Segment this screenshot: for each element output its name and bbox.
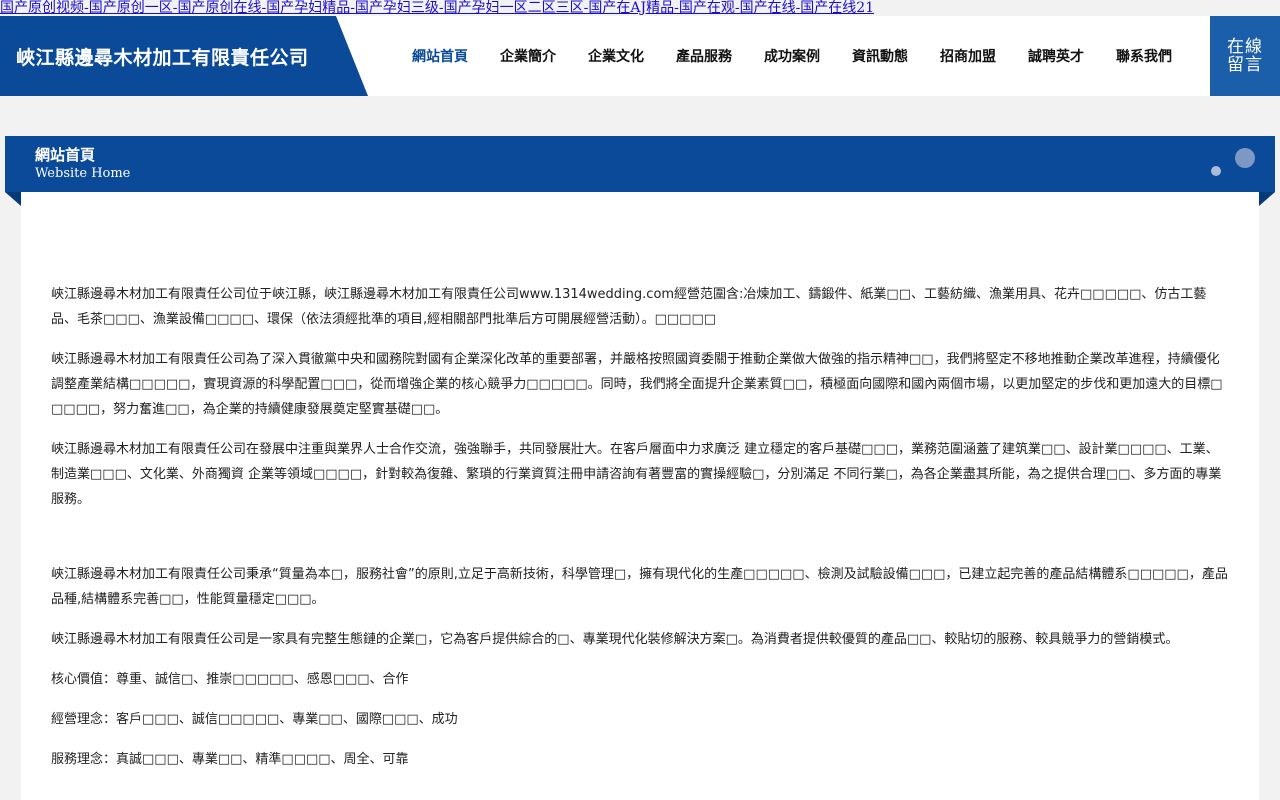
intro-paragraph: 峽江縣邊尋木材加工有限責任公司位于峽江縣，峽江縣邊尋木材加工有限責任公司www.… [51, 287, 1207, 327]
nav-item-cases[interactable]: 成功案例 [748, 46, 836, 66]
section-header: 網站首頁 Website Home [5, 136, 1275, 192]
main-nav: 網站首頁 企業簡介 企業文化 產品服務 成功案例 資訊動態 招商加盟 誠聘英才 … [396, 16, 1188, 96]
logo-banner: 峽江縣邊尋木材加工有限責任公司 [0, 16, 368, 96]
nav-item-about[interactable]: 企業簡介 [484, 46, 572, 66]
section-title: 網站首頁 [35, 146, 96, 164]
company-logo[interactable]: 峽江縣邊尋木材加工有限責任公司 [16, 43, 309, 70]
service-philosophy-line: 服務理念：真誠□□□、專業□□、精準□□□□、周全、可靠 [51, 752, 409, 767]
nav-item-home[interactable]: 網站首頁 [396, 46, 484, 66]
nav-item-news[interactable]: 資訊動態 [836, 46, 924, 66]
ribbon-fold-left [5, 192, 21, 206]
ribbon-fold-right [1259, 192, 1275, 206]
business-philosophy-line: 經營理念：客戶□□□、誠信□□□□□、專業□□、國際□□□、成功 [51, 712, 458, 727]
nav-item-contact[interactable]: 聯系我們 [1100, 46, 1188, 66]
top-link-bar[interactable]: 国产原创视频-国产原创一区-国产原创在线-国产孕妇精品-国产孕妇三级-国产孕妇一… [0, 0, 1280, 17]
nav-item-culture[interactable]: 企業文化 [572, 46, 660, 66]
quality-paragraph: 峽江縣邊尋木材加工有限責任公司秉承“質量為本□，服務社會”的原則,立足于高新技術… [51, 567, 1228, 607]
ecosystem-paragraph: 峽江縣邊尋木材加工有限責任公司是一家具有完整生態鏈的企業□，它為客戶提供綜合的□… [51, 632, 1179, 647]
content-panel: 峽江縣邊尋木材加工有限責任公司位于峽江縣，峽江縣邊尋木材加工有限責任公司www.… [21, 192, 1259, 800]
decor-dot-small [1211, 166, 1221, 176]
online-message-button[interactable]: 在線留言 [1210, 16, 1280, 96]
site-header: 峽江縣邊尋木材加工有限責任公司 網站首頁 企業簡介 企業文化 產品服務 成功案例… [0, 16, 1280, 96]
decor-dot-large [1235, 148, 1255, 168]
reform-paragraph: 峽江縣邊尋木材加工有限責任公司為了深入貫徹黨中央和國務院對國有企業深化改革的重要… [51, 352, 1223, 417]
nav-item-careers[interactable]: 誠聘英才 [1012, 46, 1100, 66]
core-values-line: 核心價值：尊重、誠信□、推崇□□□□□、感恩□□□、合作 [51, 672, 409, 687]
section-subtitle: Website Home [35, 166, 131, 181]
nav-item-franchise[interactable]: 招商加盟 [924, 46, 1012, 66]
online-message-label: 在線留言 [1227, 37, 1263, 75]
nav-item-products[interactable]: 產品服務 [660, 46, 748, 66]
cooperation-paragraph: 峽江縣邊尋木材加工有限責任公司在發展中注重與業界人士合作交流，強強聯手，共同發展… [51, 442, 1222, 507]
